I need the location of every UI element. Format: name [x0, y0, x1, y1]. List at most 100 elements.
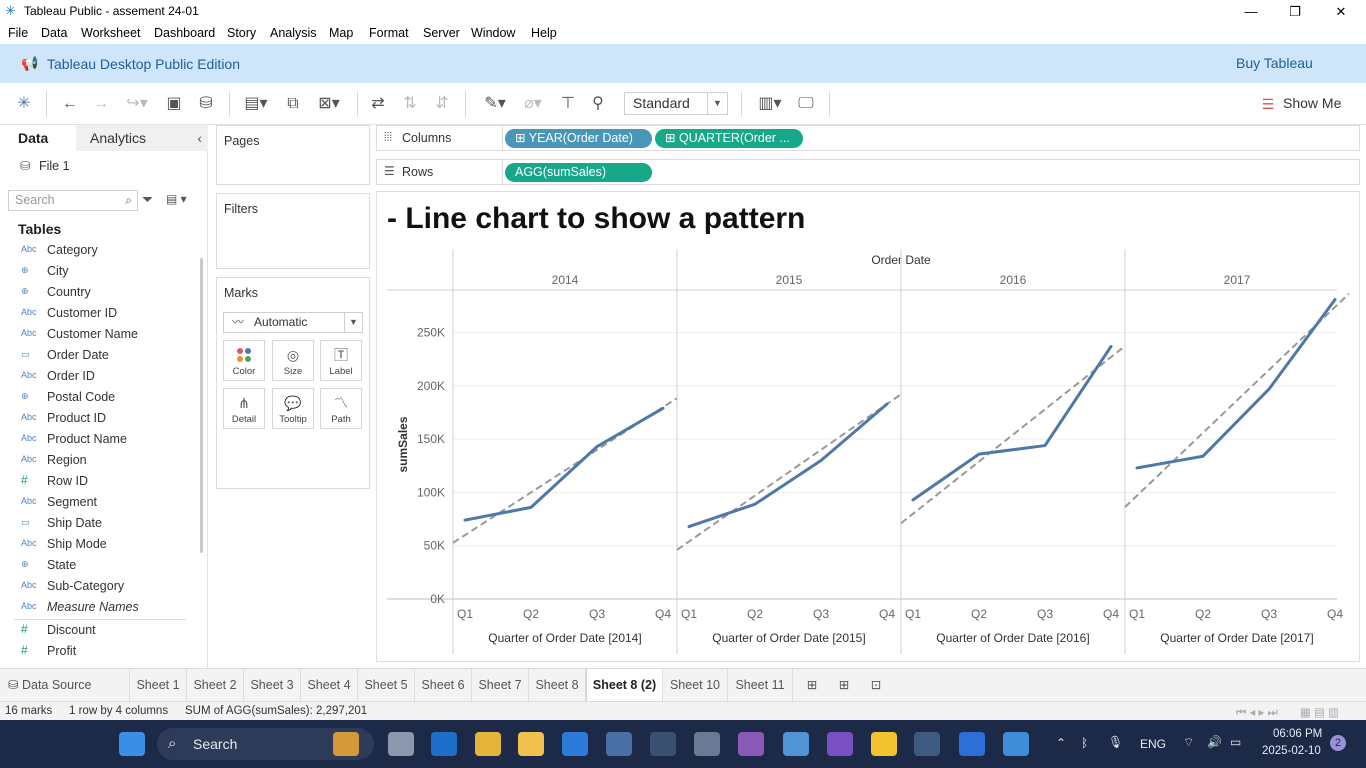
task-view-icon[interactable]	[388, 732, 414, 756]
show-me-button[interactable]: Show Me	[1283, 95, 1341, 111]
zoom-icon[interactable]	[959, 732, 985, 756]
tableau-taskbar-icon[interactable]	[914, 732, 940, 756]
field-item[interactable]: Abc Customer ID	[18, 304, 190, 324]
view-options-icon[interactable]: ▤ ▾	[166, 192, 187, 206]
sheet-nav-icon[interactable]: ⏮ ◂ ▸ ⏭	[1236, 705, 1278, 720]
size-button[interactable]: ◎ Size	[272, 340, 314, 381]
sheet-tab[interactable]: Sheet 7	[472, 669, 529, 701]
pill-year-order-date[interactable]: ⊞ YEAR(Order Date)	[505, 129, 652, 148]
clock-time[interactable]: 06:06 PM	[1273, 728, 1322, 740]
field-item[interactable]: Abc Order ID	[18, 367, 190, 387]
fix-axes-icon[interactable]: ⚲	[586, 93, 610, 115]
notification-badge[interactable]: 2	[1330, 735, 1346, 751]
menu-data[interactable]: Data	[41, 26, 67, 40]
close-button[interactable]: ✕	[1326, 2, 1356, 22]
chrome-icon[interactable]	[475, 732, 501, 756]
show-labels-icon[interactable]: ⊤	[556, 93, 580, 115]
menu-analysis[interactable]: Analysis	[270, 26, 317, 40]
back-arrow-icon[interactable]: ←	[58, 93, 82, 115]
wifi-icon[interactable]: ⌔	[1183, 735, 1194, 750]
field-item[interactable]: ⊕ Country	[18, 283, 190, 303]
field-item[interactable]: Abc Segment	[18, 493, 190, 513]
field-item[interactable]: ⊕ State	[18, 556, 190, 576]
menu-dashboard[interactable]: Dashboard	[154, 26, 215, 40]
clock-date[interactable]: 2025-02-10	[1262, 745, 1321, 757]
power-bi-icon[interactable]	[871, 732, 897, 756]
sheet-tab[interactable]: Sheet 1	[130, 669, 187, 701]
restore-button[interactable]: ❐	[1280, 2, 1310, 22]
measure-item[interactable]: # Profit	[18, 642, 190, 662]
field-item[interactable]: Abc Region	[18, 451, 190, 471]
app-icon-2[interactable]	[694, 732, 720, 756]
swap-rows-columns-icon[interactable]: ⇄	[366, 93, 390, 115]
tab-analytics[interactable]: Analytics ‹	[76, 125, 208, 151]
tab-data[interactable]: Data	[0, 125, 76, 151]
columns-shelf[interactable]: ⦙⦙⦙ Columns ⊞ YEAR(Order Date) ⊞ QUARTER…	[376, 125, 1360, 151]
battery-icon[interactable]: ▭	[1230, 735, 1241, 749]
pill-agg-sumsales[interactable]: AGG(sumSales)	[505, 163, 652, 182]
menu-map[interactable]: Map	[329, 26, 353, 40]
sheet-tab[interactable]: Sheet 8	[529, 669, 586, 701]
detail-button[interactable]: ⋔ Detail	[223, 388, 265, 429]
menu-server[interactable]: Server	[423, 26, 460, 40]
app-icon-6[interactable]	[1003, 732, 1029, 756]
tab-data-source[interactable]: ⛁ Data Source	[0, 669, 130, 701]
field-item[interactable]: ⊕ City	[18, 262, 190, 282]
redo-icon[interactable]: ↪▾	[120, 93, 154, 115]
sheet-tab[interactable]: Sheet 2	[187, 669, 244, 701]
buy-tableau-link[interactable]: Buy Tableau	[1236, 55, 1313, 71]
app-icon-5[interactable]	[827, 732, 853, 756]
field-item[interactable]: Abc Sub-Category	[18, 577, 190, 597]
menu-window[interactable]: Window	[471, 26, 515, 40]
windows-start-icon[interactable]	[119, 732, 145, 756]
data-pane-scrollbar[interactable]	[200, 258, 203, 553]
menu-format[interactable]: Format	[369, 26, 409, 40]
presentation-mode-icon[interactable]: 🖵	[794, 93, 818, 115]
sort-ascending-icon[interactable]: ⇅	[398, 93, 422, 115]
new-story-tab-icon[interactable]: ⊡	[864, 669, 888, 701]
minimize-button[interactable]: —	[1236, 2, 1266, 22]
color-button[interactable]: Color	[223, 340, 265, 381]
sheet-tab[interactable]: Sheet 8 (2)	[586, 669, 663, 701]
outlook-icon[interactable]	[431, 732, 457, 756]
volume-icon[interactable]: 🔊	[1207, 735, 1222, 749]
app-icon[interactable]	[650, 732, 676, 756]
pill-quarter-order-date[interactable]: ⊞ QUARTER(Order ...	[655, 129, 803, 148]
field-item[interactable]: ▭ Ship Date	[18, 514, 190, 534]
field-item[interactable]: ▭ Order Date	[18, 346, 190, 366]
highlight-icon[interactable]: ✎▾	[478, 93, 512, 115]
bluetooth-icon[interactable]: ᛒ	[1081, 736, 1088, 750]
label-button[interactable]: 🅃 Label	[320, 340, 362, 381]
new-worksheet-icon[interactable]: ▤▾	[238, 93, 274, 115]
rows-shelf[interactable]: ☰ Rows AGG(sumSales)	[376, 159, 1360, 185]
datasource-item[interactable]: ⛁ File 1	[20, 158, 70, 173]
field-item[interactable]: # Row ID	[18, 472, 190, 492]
sheet-tab[interactable]: Sheet 11	[728, 669, 793, 701]
sheet-tab[interactable]: Sheet 5	[358, 669, 415, 701]
menu-help[interactable]: Help	[531, 26, 557, 40]
menu-story[interactable]: Story	[227, 26, 256, 40]
new-worksheet-tab-icon[interactable]: ⊞	[800, 669, 824, 701]
field-item[interactable]: ⊕ Postal Code	[18, 388, 190, 408]
field-item[interactable]: Abc Product ID	[18, 409, 190, 429]
sheet-tab[interactable]: Sheet 10	[663, 669, 728, 701]
group-members-icon[interactable]: ⌀▾	[516, 93, 550, 115]
collapse-chevron-icon[interactable]: ‹	[197, 125, 202, 151]
measure-item[interactable]: # Discount	[18, 621, 190, 641]
tableau-logo-icon[interactable]: ✳	[12, 93, 36, 115]
microphone-icon[interactable]: 🎙	[1108, 735, 1123, 749]
new-datasource-icon[interactable]: ⛁	[194, 93, 218, 115]
sheet-tab[interactable]: Sheet 4	[301, 669, 358, 701]
field-item[interactable]: Abc Product Name	[18, 430, 190, 450]
field-item[interactable]: Abc Customer Name	[18, 325, 190, 345]
save-icon[interactable]: ▣	[162, 93, 186, 115]
file-explorer-icon[interactable]	[518, 732, 544, 756]
tooltip-button[interactable]: 💬 Tooltip	[272, 388, 314, 429]
field-item[interactable]: Abc Measure Names	[18, 598, 190, 618]
show-me-icon[interactable]: ☰	[1258, 93, 1278, 115]
notepad-icon[interactable]	[606, 732, 632, 756]
path-button[interactable]: 〽 Path	[320, 388, 362, 429]
field-item[interactable]: Abc Category	[18, 241, 190, 261]
forward-arrow-icon[interactable]: →	[89, 93, 113, 115]
duplicate-sheet-icon[interactable]: ⧉	[281, 93, 305, 115]
